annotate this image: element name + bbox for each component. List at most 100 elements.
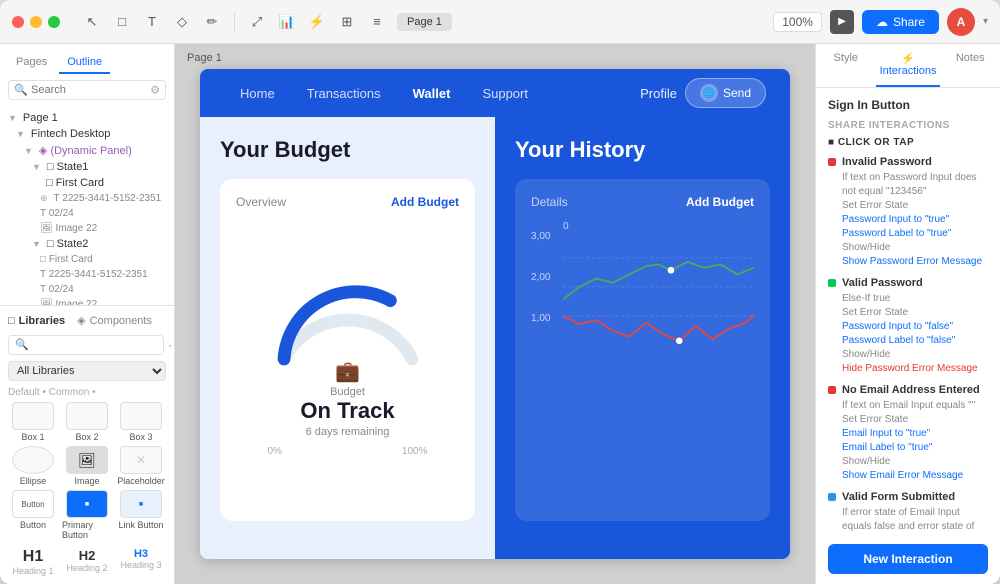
text-tool[interactable]: T <box>140 10 164 34</box>
lib-image[interactable]: 🖼 Image <box>62 446 112 486</box>
align-tool[interactable]: ≡ <box>365 10 389 34</box>
red-dot-1 <box>828 158 836 166</box>
tree-date-1[interactable]: T 02/24 <box>0 206 174 221</box>
add-budget-button[interactable]: Add Budget <box>391 195 459 209</box>
action-link-1a[interactable]: Password Input to "true" <box>842 213 988 227</box>
interaction-details-1: If text on Password Input does not equal… <box>828 171 988 269</box>
select-tool[interactable]: ↖ <box>80 10 104 34</box>
chart-tool[interactable]: 📊 <box>275 10 299 34</box>
tree-card-number-2[interactable]: T 2225-3441-5152-2351 <box>0 267 174 282</box>
tree-date-2[interactable]: T 02/24 <box>0 282 174 297</box>
library-select[interactable]: All Libraries <box>8 361 166 381</box>
tab-pages[interactable]: Pages <box>8 52 55 74</box>
interaction-details-2: Else-If true Set Error State Password In… <box>828 292 988 376</box>
share-button[interactable]: ☁ Share <box>862 10 939 34</box>
action-link-2a[interactable]: Password Input to "false" <box>842 320 988 334</box>
gauge-max-label: 100% <box>402 446 428 457</box>
lib-box3[interactable]: Box 3 <box>116 402 166 442</box>
tree-dynamic-panel[interactable]: ▼◈ (Dynamic Panel) <box>0 142 174 159</box>
frame-tool[interactable]: □ <box>110 10 134 34</box>
lib-box2[interactable]: Box 2 <box>62 402 112 442</box>
share-interactions-label: SHARE INTERACTIONS <box>828 120 988 131</box>
tab-components[interactable]: ◈ Components <box>77 314 152 327</box>
tree-first-card-1[interactable]: □ First Card <box>0 175 174 191</box>
interaction-invalid-password: Invalid Password If text on Password Inp… <box>828 156 988 269</box>
tab-notes[interactable]: Notes <box>940 44 1000 87</box>
tree-fintech-desktop[interactable]: ▼Fintech Desktop <box>0 126 174 142</box>
page-tab[interactable]: Page 1 <box>397 13 452 31</box>
app-preview: Home Transactions Wallet Support Profile… <box>200 69 790 559</box>
box1-preview <box>12 402 54 430</box>
history-section: Your History Details Add Budget 3,00 2,0… <box>495 117 790 559</box>
interaction-label-2: Valid Password <box>842 277 923 289</box>
tab-libraries[interactable]: □ Libraries <box>8 314 65 327</box>
action-link-2b[interactable]: Password Label to "false" <box>842 334 988 348</box>
filter-tool[interactable]: ⚡ <box>305 10 329 34</box>
tree-state2[interactable]: ▼□ State2 <box>0 236 174 252</box>
tab-interactions[interactable]: ⚡ Interactions <box>876 44 941 87</box>
expand-tool[interactable]: ⤢ <box>245 10 269 34</box>
grid-tool[interactable]: ⊞ <box>335 10 359 34</box>
tree-state1[interactable]: ▼□ State1 <box>0 159 174 175</box>
send-button[interactable]: 🌐 Send <box>685 78 766 108</box>
tree-first-card-2[interactable]: □ First Card <box>0 252 174 267</box>
main-row: Pages Outline 🔍 ⚙ ▼Page 1 ▼Fintech Deskt… <box>0 44 1000 584</box>
action-link-1c[interactable]: Show Password Error Message <box>842 255 988 269</box>
nav-profile[interactable]: Profile <box>640 86 677 101</box>
pen-tool[interactable]: ✏ <box>200 10 224 34</box>
lib-primary-button[interactable]: ■ Primary Button <box>62 490 112 540</box>
action-link-2c[interactable]: Hide Password Error Message <box>842 362 988 376</box>
nav-transactions[interactable]: Transactions <box>291 69 397 117</box>
filter-icon[interactable]: ⚙ <box>150 84 160 97</box>
nav-home[interactable]: Home <box>224 69 291 117</box>
separator <box>234 12 235 32</box>
chevron-down-icon[interactable]: ▾ <box>983 16 988 27</box>
add-budget-history-button[interactable]: Add Budget <box>686 195 754 209</box>
lib-ellipse[interactable]: Ellipse <box>8 446 58 486</box>
tab-style[interactable]: Style <box>816 44 876 87</box>
library-search[interactable] <box>8 335 164 355</box>
play-button[interactable]: ▶ <box>830 10 854 34</box>
action-link-1b[interactable]: Password Label to "true" <box>842 227 988 241</box>
shape-tool[interactable]: ◇ <box>170 10 194 34</box>
y-label-3: 3,00 <box>531 231 550 242</box>
tree-page1[interactable]: ▼Page 1 <box>0 110 174 126</box>
minimize-button[interactable] <box>30 16 42 28</box>
tree-image-2[interactable]: 🖼 Image 22 <box>0 297 174 305</box>
close-button[interactable] <box>12 16 24 28</box>
user-avatar[interactable]: A <box>947 8 975 36</box>
heading-h3[interactable]: H3 Heading 3 <box>116 548 166 576</box>
nav-support[interactable]: Support <box>466 69 544 117</box>
heading-h2[interactable]: H2 Heading 2 <box>62 548 112 576</box>
maximize-button[interactable] <box>48 16 60 28</box>
lib-button[interactable]: Button Button <box>8 490 58 540</box>
search-input[interactable] <box>8 80 166 100</box>
gauge-scale: 0% 100% <box>268 446 428 457</box>
box3-label: Box 3 <box>129 432 152 442</box>
y-label-1: 1,00 <box>531 313 550 324</box>
interaction-trigger-2: Valid Password <box>828 277 988 289</box>
zoom-display[interactable]: 100% <box>773 12 822 32</box>
action-link-3a[interactable]: Email Input to "true" <box>842 427 988 441</box>
history-chart: 3,00 2,00 1,00 <box>531 221 754 371</box>
tree-card-number-1[interactable]: ⊕T 2225-3441-5152-2351 <box>0 191 174 206</box>
tree-image-1[interactable]: 🖼 Image 22 <box>0 221 174 236</box>
canvas-area[interactable]: Page 1 Home Transactions Wallet Support … <box>175 44 815 584</box>
panel-scroll: Sign In Button SHARE INTERACTIONS ■ CLIC… <box>816 88 1000 534</box>
lib-box1[interactable]: Box 1 <box>8 402 58 442</box>
action-link-3b[interactable]: Email Label to "true" <box>842 441 988 455</box>
sidebar-search-container: 🔍 ⚙ <box>0 74 174 106</box>
library-more-icon[interactable]: ⋯ <box>168 337 175 354</box>
library-search-row: ⋯ <box>8 335 166 355</box>
new-interaction-button[interactable]: New Interaction <box>828 544 988 574</box>
search-icon: 🔍 <box>14 84 28 97</box>
globe-icon: 🌐 <box>700 84 718 102</box>
lib-placeholder[interactable]: ✕ Placeholder <box>116 446 166 486</box>
button-preview: Button <box>12 490 54 518</box>
click-or-tap-label: ■ CLICK OR TAP <box>828 137 988 148</box>
nav-wallet[interactable]: Wallet <box>397 69 467 117</box>
action-link-3c[interactable]: Show Email Error Message <box>842 469 988 483</box>
lib-link-button[interactable]: ■ Link Button <box>116 490 166 540</box>
heading-h1[interactable]: H1 Heading 1 <box>8 548 58 576</box>
tab-outline[interactable]: Outline <box>59 52 110 74</box>
